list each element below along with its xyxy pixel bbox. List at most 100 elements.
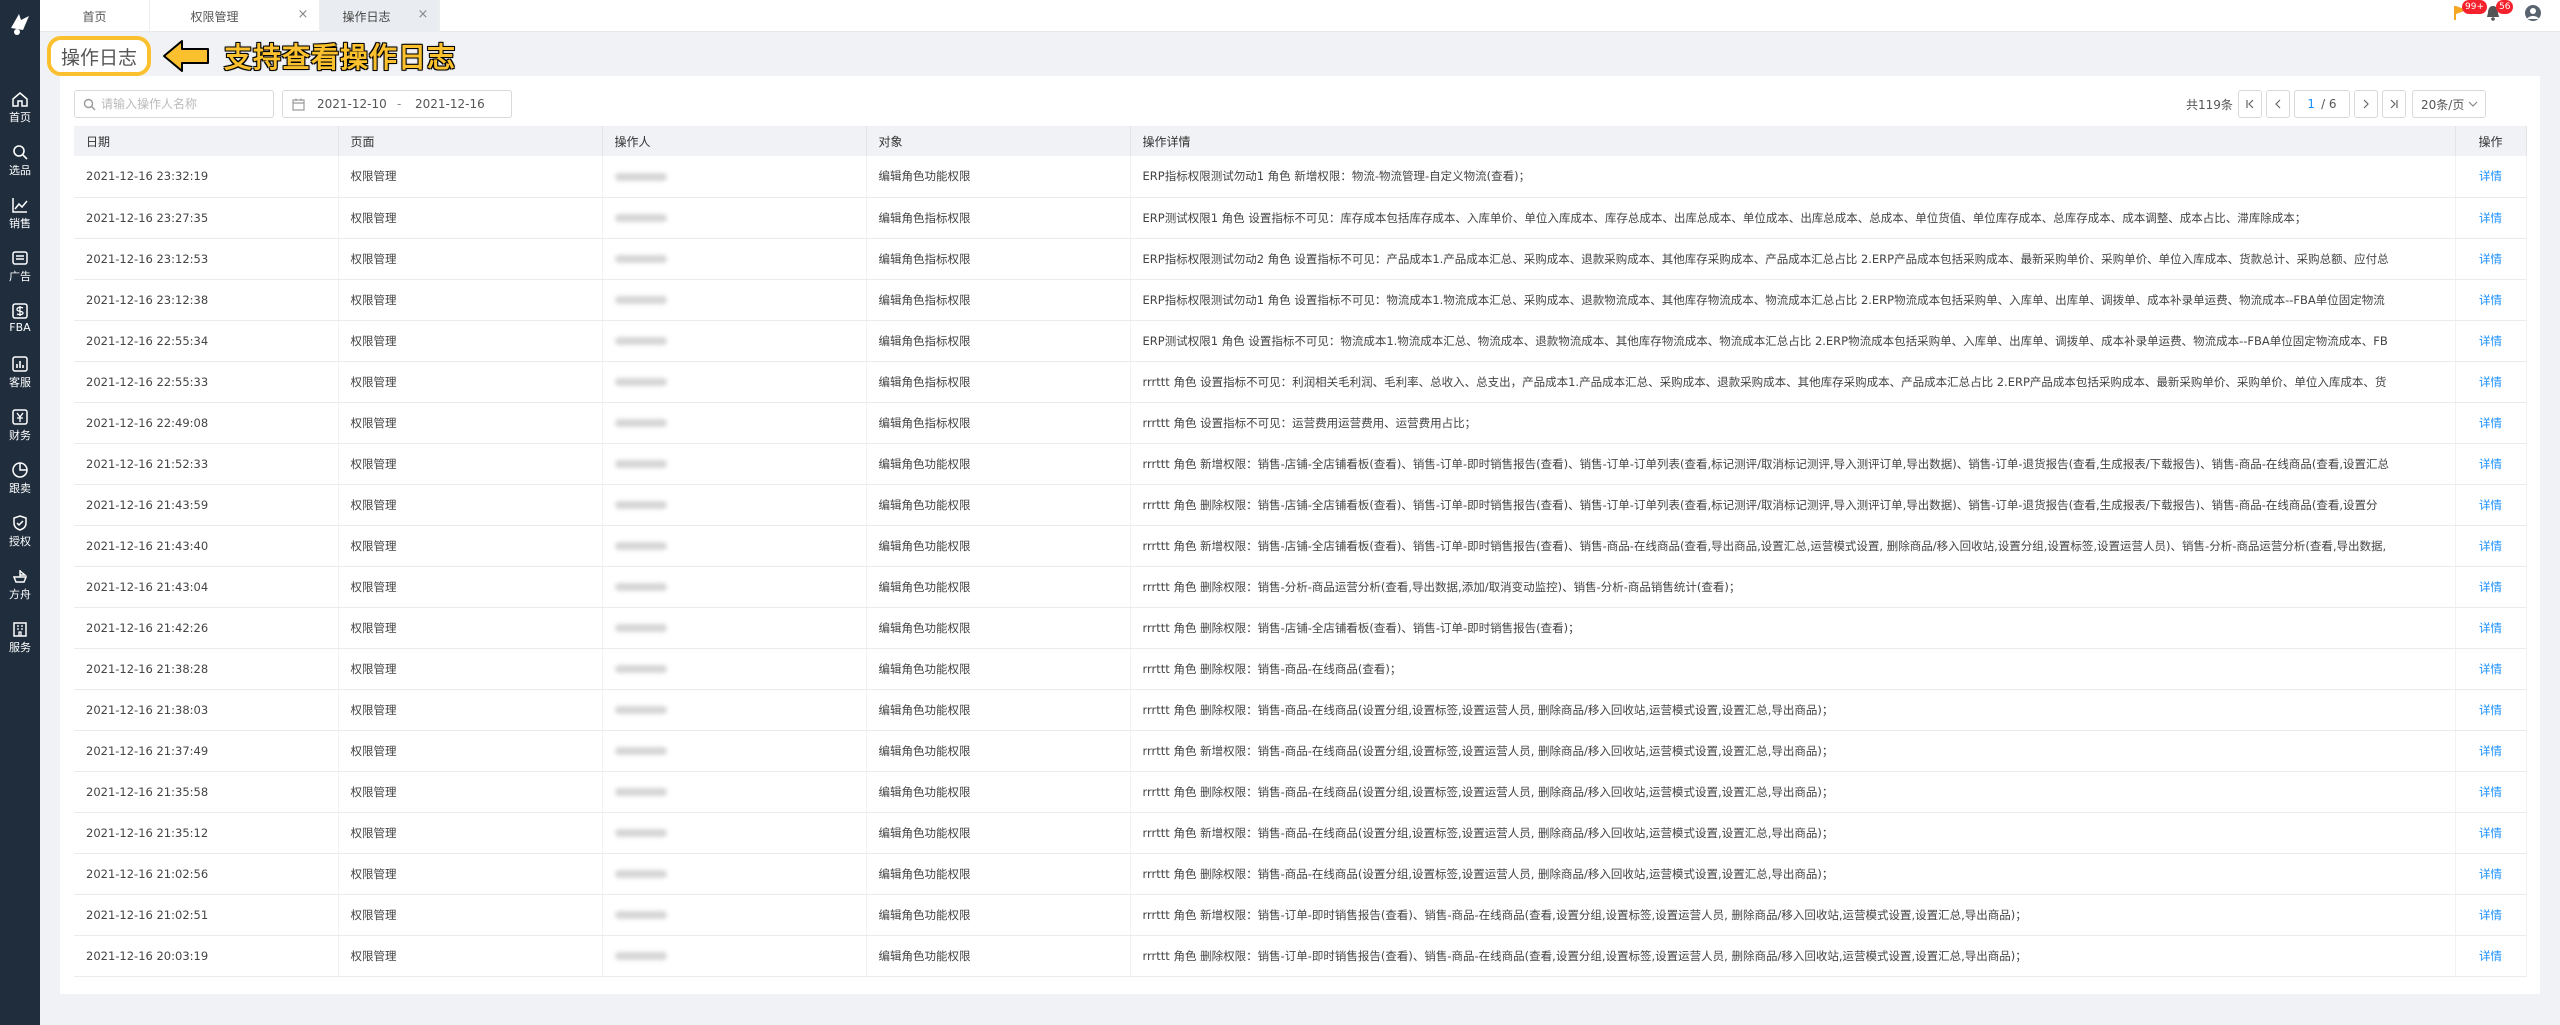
cell-detail: rrrttt 角色 删除权限：销售-商品-在线商品(设置分组,设置标签,设置运营… [1130, 771, 2456, 813]
detail-link[interactable]: 详情 [2479, 334, 2502, 348]
page-size-select[interactable]: 20条/页 [2412, 90, 2486, 118]
cell-object: 编辑角色功能权限 [866, 894, 1131, 936]
column-header-object[interactable]: 对象 [866, 126, 1131, 156]
search-input[interactable] [101, 97, 261, 111]
cell-action: 详情 [2455, 894, 2527, 936]
current-page[interactable]: 1 [2307, 97, 2315, 111]
table-row: 2021-12-16 23:12:53 权限管理 编辑角色指标权限 ERP指标权限测试… [74, 238, 2527, 280]
cell-date: 2021-12-16 21:42:26 [74, 607, 339, 649]
detail-link[interactable]: 详情 [2479, 252, 2502, 266]
tab-bar: 首页 权限管理 × 操作日志 × 99+ 56 [40, 0, 2560, 32]
detail-link[interactable]: 详情 [2479, 457, 2502, 471]
nav-item-11[interactable]: 服务 [0, 616, 40, 664]
cell-action: 详情 [2455, 402, 2527, 444]
nav-item-2[interactable]: 选品 [0, 139, 40, 187]
date-start[interactable]: 2021-12-10 [317, 97, 387, 111]
nav-item-3[interactable]: 销售 [0, 192, 40, 240]
detail-link[interactable]: 详情 [2479, 580, 2502, 594]
cell-action: 详情 [2455, 484, 2527, 526]
nav-item-6[interactable]: 客服 [0, 351, 40, 399]
close-icon[interactable]: × [297, 8, 309, 21]
cell-operator-redacted [602, 443, 867, 485]
column-header-operator[interactable]: 操作人 [602, 126, 867, 156]
column-header-date[interactable]: 日期 [74, 126, 339, 156]
cell-action: 详情 [2455, 361, 2527, 403]
column-header-detail[interactable]: 操作详情 [1130, 126, 2456, 156]
detail-link[interactable]: 详情 [2479, 949, 2502, 963]
page-number-input[interactable]: 1 / 6 [2294, 90, 2350, 118]
first-page-button[interactable] [2238, 90, 2262, 118]
detail-link[interactable]: 详情 [2479, 744, 2502, 758]
tab-operation-log[interactable]: 操作日志 × [320, 0, 440, 32]
shield-check-icon [13, 515, 27, 531]
cell-date: 2021-12-16 21:02:56 [74, 853, 339, 895]
nav-item-5[interactable]: FBA [0, 298, 40, 346]
detail-link[interactable]: 详情 [2479, 785, 2502, 799]
redacted-operator [614, 870, 667, 878]
detail-link[interactable]: 详情 [2479, 211, 2502, 225]
detail-link[interactable]: 详情 [2479, 293, 2502, 307]
cell-page: 权限管理 [338, 279, 603, 321]
cell-object: 编辑角色指标权限 [866, 197, 1131, 239]
nav-item-10[interactable]: 方舟 [0, 563, 40, 611]
detail-link[interactable]: 详情 [2479, 867, 2502, 881]
cell-operator-redacted [602, 279, 867, 321]
cell-date: 2021-12-16 23:27:35 [74, 197, 339, 239]
table-row: 2021-12-16 21:42:26 权限管理 编辑角色功能权限 rrrttt 角色… [74, 607, 2527, 649]
tab-home[interactable]: 首页 [40, 0, 150, 32]
detail-link[interactable]: 详情 [2479, 169, 2502, 183]
redacted-operator [614, 172, 667, 181]
last-page-button[interactable] [2382, 90, 2406, 118]
tab-permission-management[interactable]: 权限管理 × [150, 0, 320, 32]
cell-action: 详情 [2455, 525, 2527, 567]
date-end[interactable]: 2021-12-16 [415, 97, 485, 111]
cell-date: 2021-12-16 21:38:28 [74, 648, 339, 690]
detail-link[interactable]: 详情 [2479, 375, 2502, 389]
redacted-operator [614, 501, 667, 509]
tab-label: 权限管理 [190, 9, 239, 24]
detail-link[interactable]: 详情 [2479, 539, 2502, 553]
search-icon [13, 145, 28, 160]
detail-link[interactable]: 详情 [2479, 621, 2502, 635]
operation-log-table: 日期 页面 操作人 对象 操作详情 操作 2021-12-16 23:32:19… [74, 126, 2527, 977]
close-icon[interactable]: × [417, 8, 429, 21]
nav-item-1[interactable]: 首页 [0, 86, 40, 134]
detail-link[interactable]: 详情 [2479, 826, 2502, 840]
nav-item-4[interactable]: 广告 [0, 245, 40, 293]
cell-operator-redacted [602, 484, 867, 526]
table-row: 2021-12-16 21:35:58 权限管理 编辑角色功能权限 rrrttt 角色… [74, 771, 2527, 813]
dollar-box-icon [12, 303, 28, 319]
next-page-button[interactable] [2354, 90, 2378, 118]
user-avatar-icon[interactable] [2524, 4, 2542, 22]
cell-page: 权限管理 [338, 443, 603, 485]
nav-item-label: 跟卖 [9, 482, 31, 495]
detail-link[interactable]: 详情 [2479, 416, 2502, 430]
search-icon [83, 98, 96, 111]
cell-operator-redacted [602, 238, 867, 280]
trend-chart-icon [12, 198, 28, 213]
operator-search[interactable] [74, 90, 274, 118]
cell-action: 详情 [2455, 197, 2527, 239]
cell-action: 详情 [2455, 443, 2527, 485]
nav-item-9[interactable]: 授权 [0, 510, 40, 558]
detail-link[interactable]: 详情 [2479, 703, 2502, 717]
cell-detail: ERP测试权限1 角色 设置指标不可见：库存成本包括库存成本、入库单价、单位入库… [1130, 197, 2456, 239]
bar-chart-icon [12, 356, 28, 372]
brand-logo-icon[interactable] [5, 8, 35, 38]
ad-icon [12, 251, 28, 265]
detail-link[interactable]: 详情 [2479, 908, 2502, 922]
detail-link[interactable]: 详情 [2479, 498, 2502, 512]
redacted-operator [614, 583, 667, 591]
ark-icon [12, 570, 28, 583]
prev-page-button[interactable] [2266, 90, 2290, 118]
table-row: 2021-12-16 23:12:38 权限管理 编辑角色指标权限 ERP指标权限测试… [74, 279, 2527, 321]
cell-action: 详情 [2455, 320, 2527, 362]
nav-item-7[interactable]: 财务 [0, 404, 40, 452]
date-range-picker[interactable]: 2021-12-10 - 2021-12-16 [282, 90, 512, 118]
detail-link[interactable]: 详情 [2479, 662, 2502, 676]
nav-item-8[interactable]: 跟卖 [0, 457, 40, 505]
cell-page: 权限管理 [338, 402, 603, 444]
column-header-page[interactable]: 页面 [338, 126, 603, 156]
cell-detail: rrrttt 角色 新增权限：销售-商品-在线商品(设置分组,设置标签,设置运营… [1130, 730, 2456, 772]
cell-date: 2021-12-16 21:37:49 [74, 730, 339, 772]
